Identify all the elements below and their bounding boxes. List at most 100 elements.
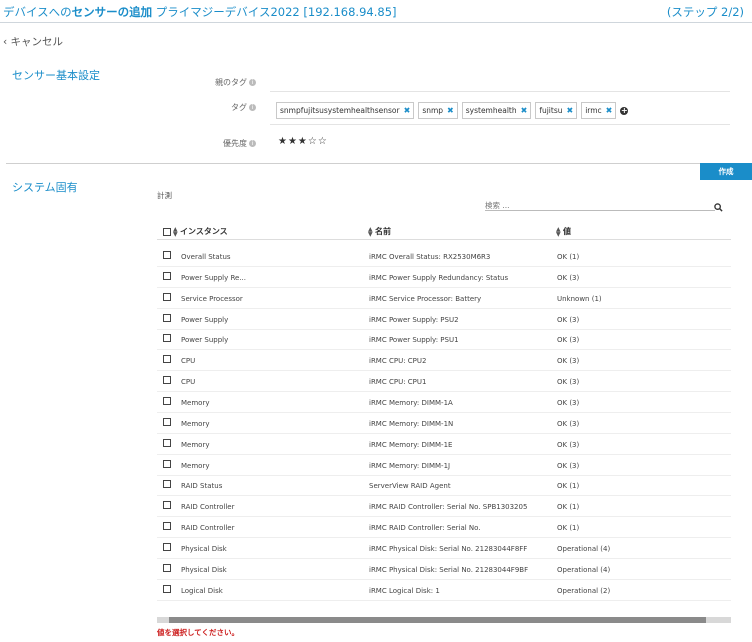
tag-label: snmp — [422, 106, 444, 115]
row-checkbox[interactable] — [163, 542, 171, 551]
cell-instance: Memory — [181, 419, 210, 428]
cell-name: iRMC Power Supply: PSU1 — [369, 336, 459, 345]
divider — [270, 91, 730, 92]
cell-instance: Overall Status — [181, 253, 231, 261]
row-checkbox[interactable] — [163, 251, 171, 259]
sort-icon: ▲ ▼ — [173, 225, 178, 238]
tags-label: タグ i — [156, 102, 256, 113]
tag-label: irmc — [585, 106, 602, 115]
cell-instance: Memory — [181, 461, 210, 470]
info-icon[interactable]: i — [249, 140, 256, 147]
tag-chip: snmpfujitsusystemhealthsensor ✖ — [276, 102, 415, 119]
remove-tag-icon[interactable]: ✖ — [606, 106, 613, 115]
cell-value: OK (1) — [557, 253, 580, 261]
cell-value: OK (1) — [557, 524, 580, 533]
cell-value: Operational (4) — [557, 565, 611, 574]
row-checkbox[interactable] — [163, 563, 171, 572]
header-name[interactable]: ▲ ▼ 名前 — [368, 226, 391, 237]
cell-name: iRMC Logical Disk: 1 — [369, 586, 440, 595]
remove-tag-icon[interactable]: ✖ — [447, 106, 454, 115]
row-checkbox[interactable] — [163, 501, 171, 510]
cell-instance: RAID Controller — [181, 524, 235, 533]
row-checkbox[interactable] — [163, 334, 171, 343]
scrollbar-thumb[interactable] — [169, 617, 706, 623]
search-input[interactable] — [485, 200, 705, 210]
cell-instance: Memory — [181, 440, 210, 449]
cell-instance: Memory — [181, 398, 210, 407]
page-title: デバイスへのセンサーの追加 プライマジーデバイス2022 [192.168.94… — [3, 5, 397, 19]
cell-value: OK (3) — [557, 315, 580, 324]
cell-name: iRMC CPU: CPU2 — [369, 357, 427, 366]
priority-stars[interactable]: ★★★☆☆ — [278, 136, 328, 147]
tag-list: snmpfujitsusystemhealthsensor ✖ snmp ✖ syste… — [276, 102, 629, 119]
cell-name: iRMC Memory: DIMM-1A — [369, 398, 453, 407]
header-instance[interactable]: ▲ ▼ インスタンス — [163, 226, 228, 237]
info-icon[interactable]: i — [249, 104, 256, 111]
table-row[interactable] — [157, 371, 731, 391]
tag-label: systemhealth — [465, 106, 517, 115]
row-divider — [157, 599, 731, 601]
tag-chip: snmp ✖ — [418, 102, 458, 119]
cell-name: iRMC Physical Disk: Serial No. 21283044F… — [369, 565, 529, 574]
table-row[interactable] — [157, 580, 731, 600]
cell-name: iRMC RAID Controller: Serial No. — [369, 524, 481, 533]
tag-label: snmpfujitsusystemhealthsensor — [280, 106, 400, 115]
cell-value: OK (3) — [557, 357, 580, 366]
section-divider — [6, 163, 752, 164]
select-all-checkbox[interactable] — [163, 227, 171, 236]
remove-tag-icon[interactable]: ✖ — [404, 106, 411, 115]
row-checkbox[interactable] — [163, 522, 171, 531]
remove-tag-icon[interactable]: ✖ — [566, 106, 573, 115]
tag-chip: irmc ✖ — [581, 102, 617, 119]
cell-instance: Logical Disk — [181, 586, 223, 595]
cell-instance: CPU — [181, 378, 196, 387]
row-checkbox[interactable] — [163, 417, 171, 426]
parent-tags-label: 親のタグ i — [156, 77, 256, 88]
row-checkbox[interactable] — [163, 313, 171, 322]
create-button[interactable]: 作成 — [700, 163, 752, 180]
page-title-bold: センサーの追加 — [71, 5, 153, 19]
add-tag-icon[interactable]: + — [620, 106, 629, 115]
cell-name: iRMC Memory: DIMM-1E — [369, 440, 453, 449]
cancel-link[interactable]: ‹ キャンセル — [3, 34, 63, 49]
info-icon[interactable]: i — [249, 79, 256, 86]
cell-name: iRMC Service Processor: Battery — [369, 294, 482, 303]
cell-name: iRMC Memory: DIMM-1N — [369, 419, 454, 428]
tag-label: fujitsu — [539, 106, 563, 115]
header-value[interactable]: ▲ ▼ 値 — [556, 226, 571, 237]
cell-name: iRMC Memory: DIMM-1J — [369, 461, 451, 470]
cell-name: iRMC Power Supply Redundancy: Status — [369, 273, 509, 282]
cell-value: OK (3) — [557, 461, 580, 470]
cell-instance: Power Supply Re... — [181, 273, 246, 282]
row-checkbox[interactable] — [163, 271, 171, 280]
header-divider — [157, 239, 731, 240]
cell-instance: Power Supply — [181, 336, 229, 345]
cell-value: OK (3) — [557, 440, 580, 449]
cell-value: Unknown (1) — [557, 294, 602, 303]
row-checkbox[interactable] — [163, 584, 171, 593]
remove-tag-icon[interactable]: ✖ — [521, 106, 528, 115]
row-checkbox[interactable] — [163, 292, 171, 301]
row-checkbox[interactable] — [163, 480, 171, 489]
error-message: 値を選択してください。 — [157, 628, 240, 637]
cell-name: iRMC Power Supply: PSU2 — [369, 315, 459, 324]
basic-settings-title: センサー基本設定 — [12, 69, 100, 82]
table-row[interactable] — [157, 350, 731, 370]
row-checkbox[interactable] — [163, 396, 171, 405]
cell-instance: RAID Status — [181, 482, 223, 491]
cell-name: iRMC Overall Status: RX2530M6R3 — [369, 253, 491, 261]
cell-name: iRMC RAID Controller: Serial No. SPB1303… — [369, 503, 528, 512]
search-icon[interactable] — [714, 203, 723, 212]
row-checkbox[interactable] — [163, 355, 171, 364]
cell-value: Operational (2) — [557, 586, 611, 595]
row-checkbox[interactable] — [163, 459, 171, 468]
system-specific-title: システム固有 — [12, 181, 78, 194]
priority-label: 優先度 i — [156, 138, 256, 149]
row-checkbox[interactable] — [163, 438, 171, 447]
cell-value: OK (1) — [557, 503, 580, 512]
cell-value: OK (3) — [557, 378, 580, 387]
row-checkbox[interactable] — [163, 376, 171, 385]
cell-value: OK (3) — [557, 273, 580, 282]
sort-icon: ▲ ▼ — [368, 225, 373, 238]
cell-name: ServerView RAID Agent — [369, 482, 451, 491]
